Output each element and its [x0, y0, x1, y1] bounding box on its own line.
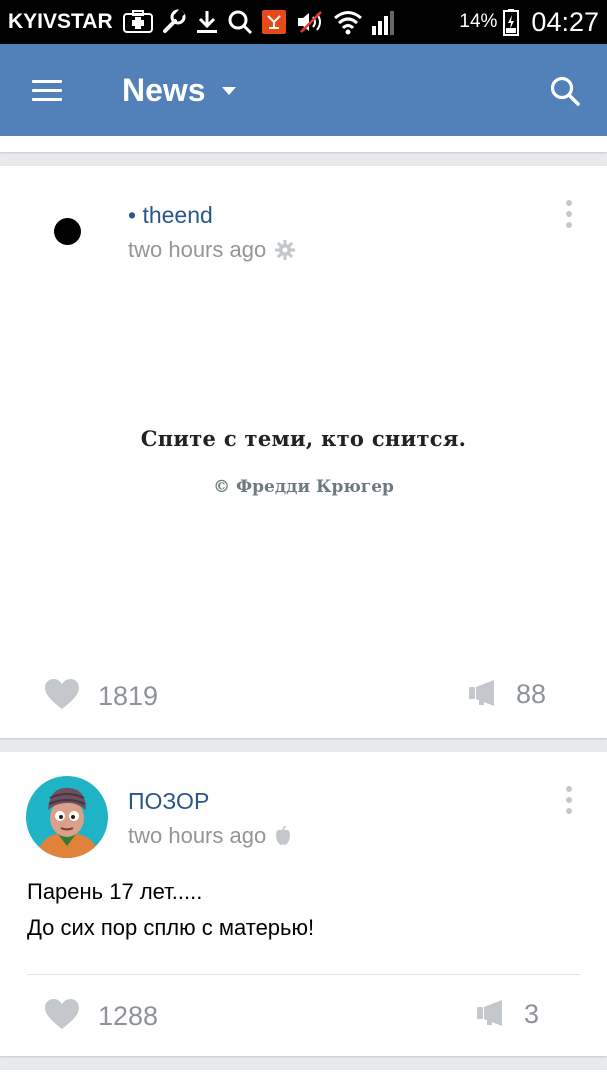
share-count: 3 — [524, 999, 540, 1029]
clock: 04:27 — [531, 6, 599, 37]
heart-icon — [44, 678, 80, 715]
megaphone-icon — [476, 998, 506, 1031]
gear-icon — [274, 239, 296, 261]
post-image[interactable]: Спите с теми, кто снится. © Фредди Крюге… — [0, 426, 607, 497]
like-count: 1819 — [98, 681, 159, 711]
status-bar: KYIVSTAR 14% 04:27 — [0, 0, 607, 44]
post-text: Парень 17 лет..... До сих пор сплю с мат… — [27, 874, 314, 946]
post-time-text: two hours ago — [128, 237, 267, 262]
notification-icons — [122, 7, 399, 37]
like-count: 1288 — [98, 1001, 159, 1031]
feed-card-partial — [0, 1070, 607, 1090]
page-title: News — [122, 72, 206, 108]
avatar[interactable] — [26, 776, 108, 858]
download-icon — [195, 7, 219, 37]
post-card: ПОЗОР two hours ago Парень 17 лет..... Д… — [0, 752, 607, 1056]
image-quote: Спите с теми, кто снится. — [140, 426, 467, 451]
hamburger-menu-icon[interactable] — [32, 80, 62, 102]
share-button[interactable]: 3 — [476, 998, 539, 1031]
app-toolbar: News — [0, 44, 607, 136]
post-text-line: Парень 17 лет..... — [27, 879, 203, 904]
search-icon — [227, 7, 253, 37]
like-button[interactable]: 1288 — [44, 998, 158, 1035]
post-author[interactable]: ПОЗОР — [128, 788, 209, 815]
post-time: two hours ago — [128, 823, 292, 849]
carrier-name: KYIVSTAR — [8, 10, 113, 33]
share-button[interactable]: 88 — [468, 678, 546, 711]
like-button[interactable]: 1819 — [44, 678, 158, 715]
post-time-text: two hours ago — [128, 823, 267, 848]
signal-icon — [371, 7, 399, 37]
share-count: 88 — [516, 679, 547, 709]
post-time: two hours ago — [128, 237, 296, 263]
battery-percent: 14% — [459, 11, 498, 32]
medical-cross-icon — [122, 7, 153, 37]
caret-down-icon — [221, 86, 236, 95]
wifi-icon — [333, 7, 363, 37]
post-author[interactable]: • theend — [128, 202, 213, 229]
post-actions: 1819 88 — [0, 678, 607, 718]
apple-icon — [274, 826, 292, 846]
status-right: 14% 04:27 — [459, 7, 599, 38]
image-quote-source: © Фредди Крюгер — [213, 477, 394, 497]
post-card: • theend two hours ago Спите с теми, кто… — [0, 166, 607, 738]
divider — [27, 974, 580, 975]
search-icon[interactable] — [548, 74, 582, 108]
mute-icon — [295, 7, 325, 37]
avatar[interactable] — [54, 218, 81, 245]
feed-selector[interactable]: News — [122, 72, 236, 109]
battery-charging-icon — [503, 7, 520, 37]
wrench-icon — [161, 7, 187, 37]
feed-card-partial — [0, 136, 607, 152]
heart-icon — [44, 998, 80, 1035]
more-options-icon[interactable] — [565, 200, 573, 230]
megaphone-icon — [468, 678, 498, 711]
post-actions: 1288 3 — [0, 998, 607, 1038]
more-options-icon[interactable] — [565, 786, 573, 816]
post-text-line: До сих пор сплю с матерью! — [27, 915, 315, 940]
app-icon — [261, 7, 287, 37]
